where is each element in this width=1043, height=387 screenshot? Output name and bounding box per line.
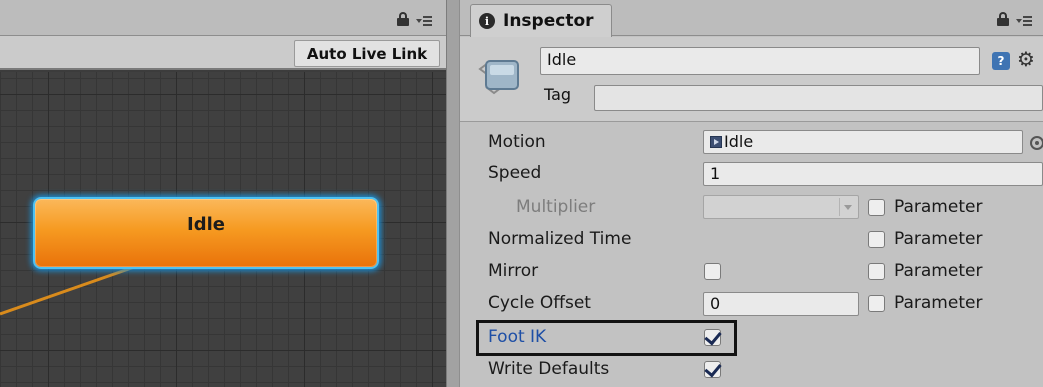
write-defaults-label: Write Defaults bbox=[488, 359, 610, 379]
animation-clip-icon bbox=[710, 136, 722, 148]
speed-label: Speed bbox=[488, 163, 542, 183]
write-defaults-checkbox[interactable] bbox=[704, 361, 721, 378]
cycle-offset-field[interactable]: 0 bbox=[703, 292, 859, 316]
cycle-offset-parameter-label: Parameter bbox=[894, 293, 983, 313]
panel-menu-icon[interactable] bbox=[416, 16, 432, 26]
state-node-label: Idle bbox=[187, 214, 225, 235]
tag-label: Tag bbox=[544, 85, 572, 104]
mirror-parameter-checkbox[interactable] bbox=[868, 263, 885, 280]
normalized-time-label: Normalized Time bbox=[488, 229, 632, 249]
lock-icon[interactable] bbox=[396, 12, 410, 26]
cycle-offset-label: Cycle Offset bbox=[488, 293, 591, 313]
tab-inspector[interactable]: i Inspector bbox=[470, 4, 612, 37]
animator-tab-bar bbox=[0, 0, 446, 36]
tab-inspector-label: Inspector bbox=[503, 11, 594, 31]
motion-label: Motion bbox=[488, 132, 546, 152]
gear-icon[interactable]: ⚙ bbox=[1017, 47, 1035, 71]
mirror-parameter-label: Parameter bbox=[894, 261, 983, 281]
animator-state-icon bbox=[478, 60, 519, 95]
tag-field[interactable] bbox=[594, 85, 1043, 111]
state-name-field[interactable]: Idle bbox=[540, 47, 980, 75]
multiplier-parameter-checkbox[interactable] bbox=[868, 199, 885, 216]
state-node-idle[interactable]: Idle bbox=[33, 197, 379, 269]
multiplier-label: Multiplier bbox=[516, 197, 596, 217]
mirror-label: Mirror bbox=[488, 261, 539, 281]
info-icon: i bbox=[479, 13, 495, 29]
panel-menu-icon[interactable] bbox=[1016, 16, 1032, 26]
inspector-tab-bar: i Inspector bbox=[460, 0, 1043, 37]
lock-icon[interactable] bbox=[996, 12, 1010, 26]
animator-panel: Auto Live Link Idle bbox=[0, 0, 446, 387]
panel-divider[interactable] bbox=[446, 0, 460, 387]
foot-ik-highlight-box bbox=[476, 320, 737, 356]
help-icon[interactable]: ? bbox=[992, 52, 1010, 70]
object-picker-icon[interactable] bbox=[1030, 136, 1043, 150]
cycle-offset-parameter-checkbox[interactable] bbox=[868, 295, 885, 312]
speed-field[interactable]: 1 bbox=[703, 162, 1043, 186]
motion-value: Idle bbox=[724, 132, 754, 151]
normalized-time-parameter-checkbox[interactable] bbox=[868, 231, 885, 248]
inspector-header: Idle ? ⚙ Tag bbox=[460, 37, 1043, 122]
motion-field[interactable]: Idle bbox=[703, 130, 1023, 154]
multiplier-dropdown[interactable] bbox=[703, 195, 859, 219]
multiplier-parameter-label: Parameter bbox=[894, 197, 983, 217]
chevron-down-icon bbox=[844, 205, 852, 210]
auto-live-link-button[interactable]: Auto Live Link bbox=[294, 40, 440, 67]
mirror-checkbox[interactable] bbox=[704, 263, 721, 280]
normalized-time-parameter-label: Parameter bbox=[894, 229, 983, 249]
